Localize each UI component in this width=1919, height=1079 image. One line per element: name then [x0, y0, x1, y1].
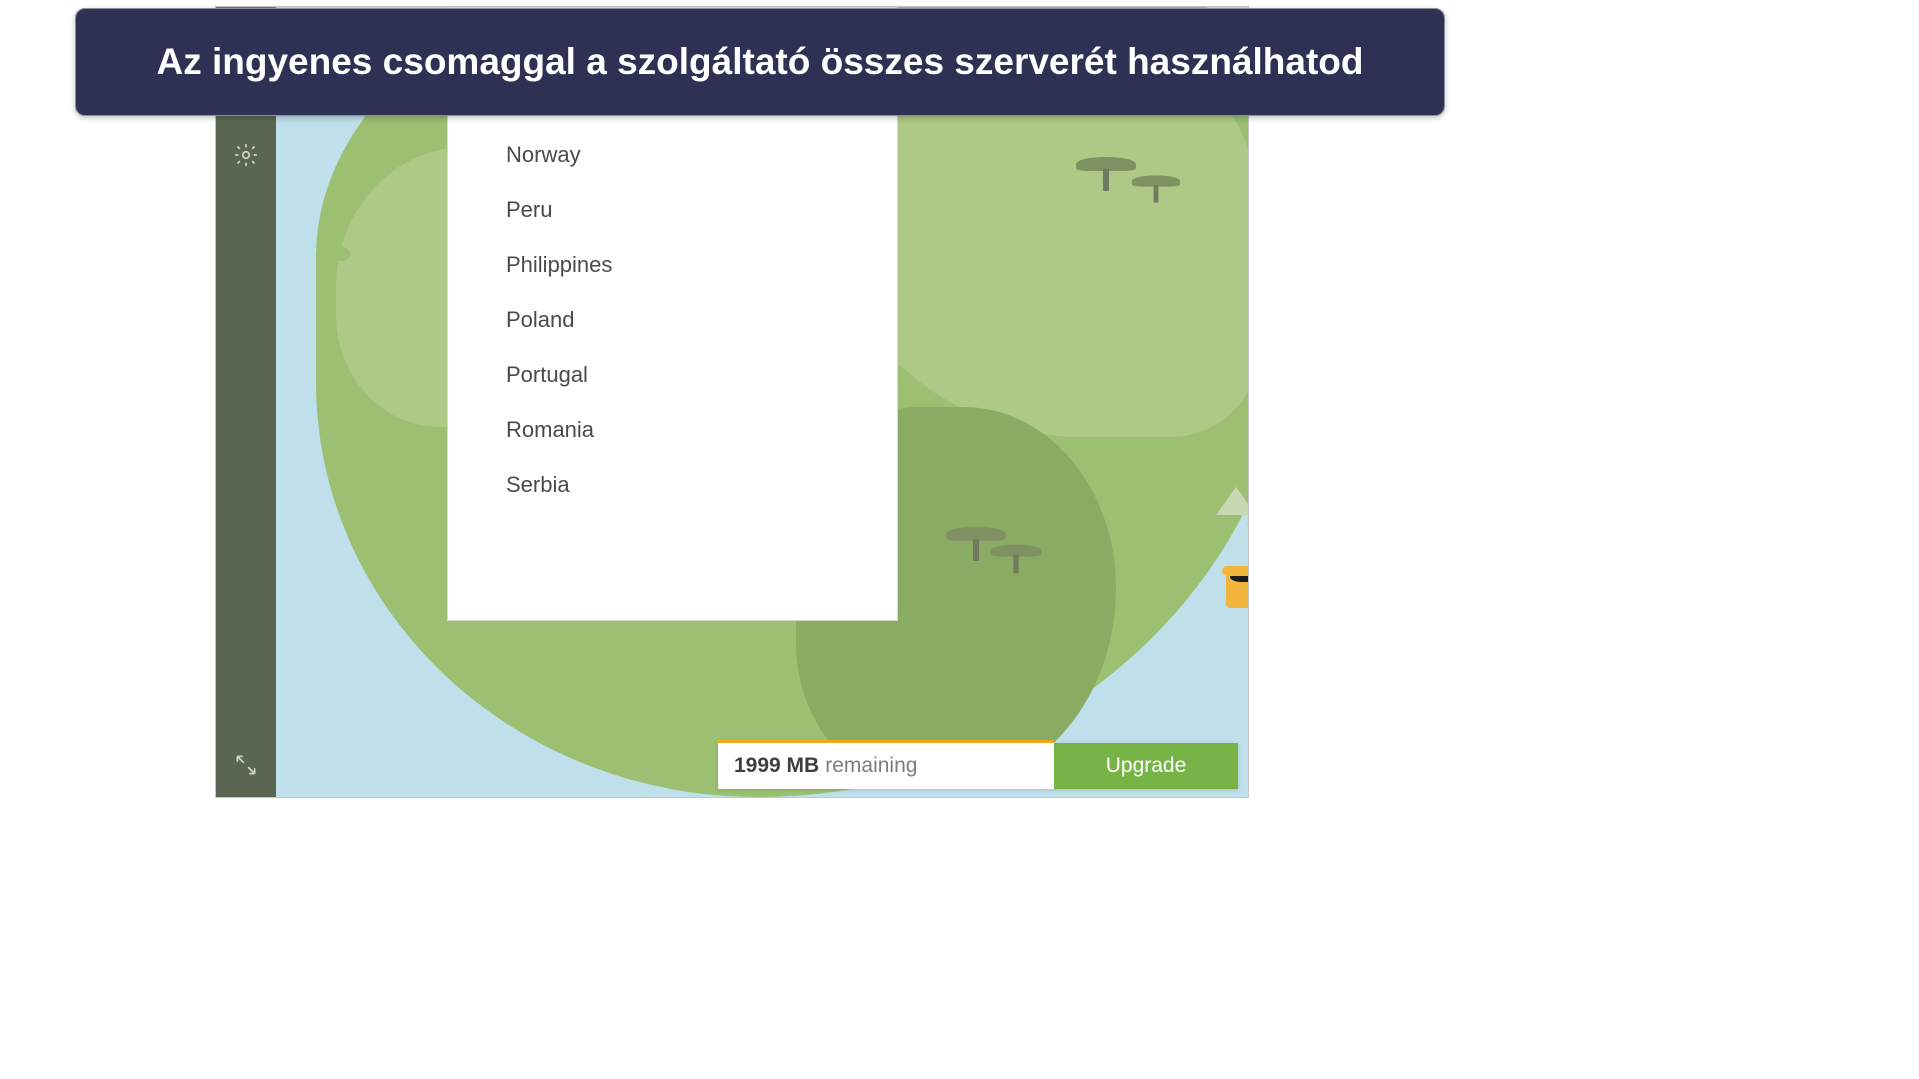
- map-island: [334, 247, 350, 261]
- country-item[interactable]: Norway: [448, 127, 897, 182]
- country-item[interactable]: Portugal: [448, 347, 897, 402]
- info-banner-text: Az ingyenes csomaggal a szolgáltató össz…: [116, 39, 1403, 85]
- sidebar-collapse[interactable]: [216, 737, 276, 797]
- country-item-label: Philippines: [506, 252, 612, 278]
- sidebar: [216, 7, 276, 797]
- data-remaining-amount: 1999 MB: [734, 754, 819, 778]
- mountain-icon: [1216, 487, 1248, 515]
- mountain-icon: [1245, 504, 1248, 526]
- country-item[interactable]: Peru: [448, 182, 897, 237]
- country-item[interactable]: Poland: [448, 292, 897, 347]
- country-item[interactable]: Serbia: [448, 457, 897, 512]
- country-item-label: Peru: [506, 197, 552, 223]
- status-bar: 1999 MB remaining Upgrade: [718, 743, 1238, 789]
- country-item-label: Romania: [506, 417, 594, 443]
- tree-icon: [1076, 157, 1136, 191]
- country-item-label: Norway: [506, 142, 581, 168]
- tree-icon: [991, 545, 1042, 574]
- country-item-label: Serbia: [506, 472, 570, 498]
- tree-icon: [1132, 175, 1180, 202]
- data-progress-bar: [718, 740, 1054, 743]
- country-list[interactable]: NigeriaNorwayPeruPhilippinesPolandPortug…: [448, 68, 897, 620]
- country-item-label: Portugal: [506, 362, 588, 388]
- info-banner: Az ingyenes csomaggal a szolgáltató össz…: [75, 8, 1445, 116]
- country-item[interactable]: Philippines: [448, 237, 897, 292]
- upgrade-button[interactable]: Upgrade: [1054, 743, 1238, 789]
- collapse-icon: [233, 752, 259, 783]
- vpn-app-window: 1999 MB remaining Upgrade NigeriaNorwayP…: [215, 6, 1249, 798]
- country-item[interactable]: Romania: [448, 402, 897, 457]
- data-remaining-label: remaining: [825, 754, 917, 778]
- country-item-label: Poland: [506, 307, 575, 333]
- gear-icon: [233, 142, 259, 173]
- map-lake: [1146, 647, 1196, 682]
- data-remaining: 1999 MB remaining: [718, 743, 1054, 789]
- tunnel-marker[interactable]: [1226, 572, 1248, 608]
- sidebar-tab-settings[interactable]: [216, 127, 276, 187]
